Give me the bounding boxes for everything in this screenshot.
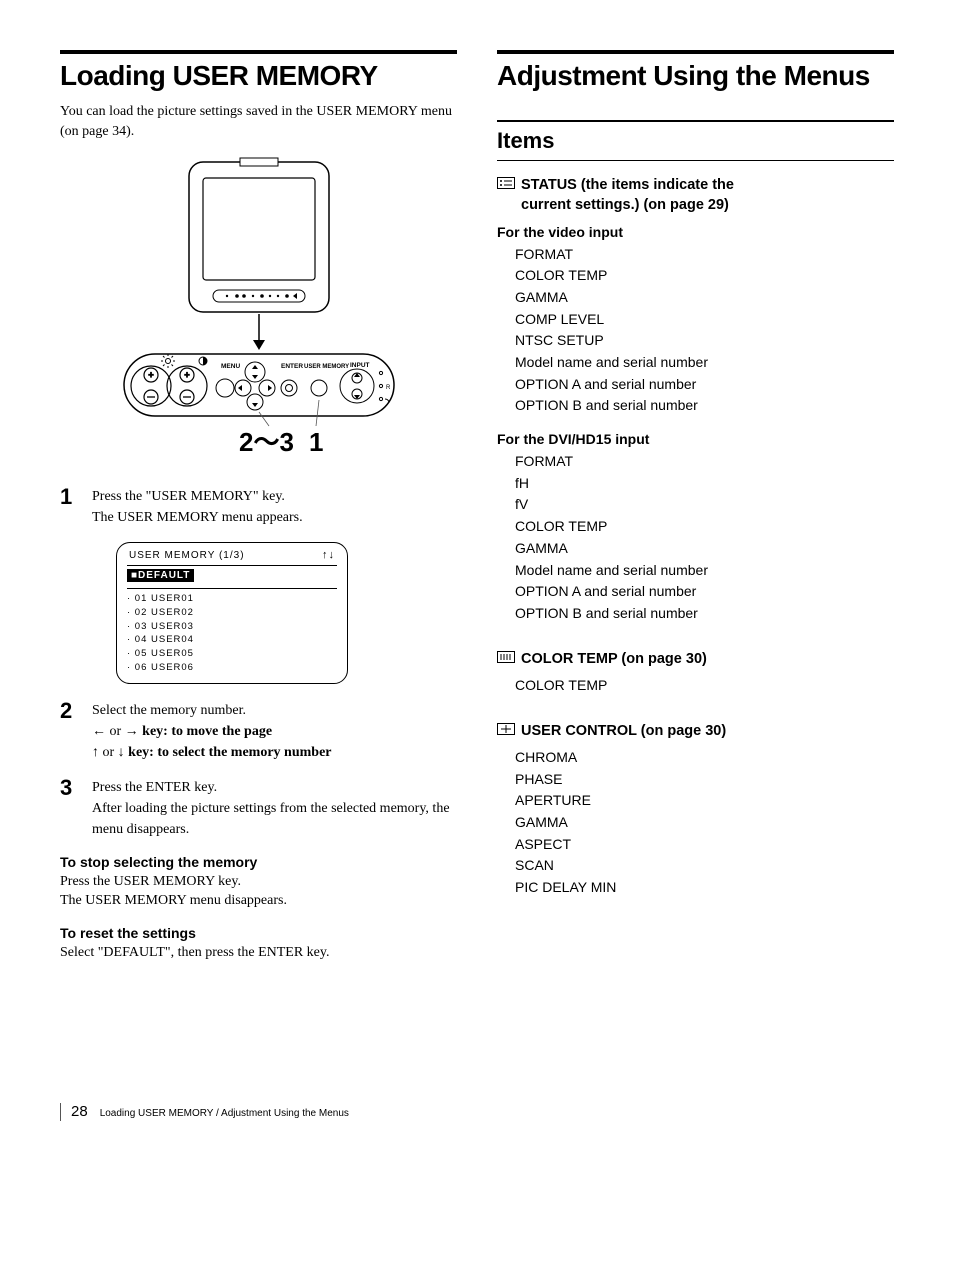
user-memory-menu: USER MEMORY (1/3) ↑↓ ■DEFAULT · 01 USER0… — [116, 542, 348, 684]
list-item: PHASE — [515, 769, 894, 791]
list-item: OPTION B and serial number — [515, 395, 894, 417]
left-intro: You can load the picture settings saved … — [60, 102, 457, 141]
usercontrol-section-head: USER CONTROL (on page 30) — [497, 721, 894, 741]
dvi-input-list: FORMAT fH fV COLOR TEMP GAMMA Model name… — [515, 451, 894, 625]
svg-text:+: + — [148, 370, 153, 380]
step-2-number: 2 — [60, 700, 78, 763]
page-number: 28 — [71, 1103, 88, 1120]
list-item: PIC DELAY MIN — [515, 877, 894, 899]
list-item: SCAN — [515, 855, 894, 877]
menu-items-list: · 01 USER01 · 02 USER02 · 03 USER03 · 04… — [127, 592, 337, 675]
step-2-line-b: ← or → key: to move the page — [92, 721, 457, 742]
list-item: CHROMA — [515, 747, 894, 769]
list-item: fV — [515, 494, 894, 516]
status-icon — [497, 177, 515, 189]
list-item: COLOR TEMP — [515, 675, 894, 697]
video-input-list: FORMAT COLOR TEMP GAMMA COMP LEVEL NTSC … — [515, 244, 894, 418]
list-item: GAMMA — [515, 812, 894, 834]
panel-label-input: INPUT — [350, 362, 370, 369]
stop-heading: To stop selecting the memory — [60, 854, 457, 870]
footer-text: Loading USER MEMORY / Adjustment Using t… — [100, 1108, 349, 1119]
arrow-down-icon: ↓ key: to select the memory number — [114, 745, 331, 760]
menu-item: · 01 USER01 — [127, 592, 337, 606]
step-1-number: 1 — [60, 486, 78, 528]
colortemp-icon — [497, 651, 515, 663]
left-column: Loading USER MEMORY You can load the pic… — [60, 50, 457, 963]
panel-label-enter: ENTER — [281, 363, 303, 370]
step-3: 3 Press the ENTER key. After loading the… — [60, 777, 457, 840]
colortemp-head-text: COLOR TEMP (on page 30) — [521, 649, 707, 669]
diagram-pointer-a: 2～3 — [239, 427, 294, 457]
usercontrol-list: CHROMA PHASE APERTURE GAMMA ASPECT SCAN … — [515, 747, 894, 899]
arrow-left-icon: ← — [92, 724, 110, 739]
list-item: OPTION B and serial number — [515, 603, 894, 625]
status-section-head: STATUS (the items indicate the current s… — [497, 175, 894, 216]
arrow-up-icon: ↑ — [92, 745, 103, 760]
stop-line-b: The USER MEMORY menu disappears. — [60, 891, 457, 911]
menu-default-row: ■DEFAULT — [127, 569, 194, 582]
panel-label-menu: MENU — [221, 363, 240, 370]
list-item: FORMAT — [515, 244, 894, 266]
step-3-line-a: Press the ENTER key. — [92, 777, 457, 798]
right-title: Adjustment Using the Menus — [497, 50, 894, 92]
monitor-diagram: + + MENU ENTER USER MEMORY INPUT — [109, 156, 409, 466]
step-2-line-c: ↑ or ↓ key: to select the memory number — [92, 742, 457, 763]
diagram-pointer-b: 1 — [309, 427, 323, 457]
updown-arrows-icon: ↑↓ — [322, 549, 335, 561]
menu-item: · 05 USER05 — [127, 647, 337, 661]
list-item: fH — [515, 473, 894, 495]
step-1-line-b: The USER MEMORY menu appears. — [92, 507, 457, 528]
stop-line-a: Press the USER MEMORY key. — [60, 872, 457, 892]
list-item: ASPECT — [515, 834, 894, 856]
list-item: OPTION A and serial number — [515, 374, 894, 396]
usercontrol-icon — [497, 723, 515, 735]
step-3-line-b: After loading the picture settings from … — [92, 798, 457, 840]
arrow-right-icon: → key: to move the page — [121, 724, 272, 739]
menu-item: · 06 USER06 — [127, 661, 337, 675]
step-3-number: 3 — [60, 777, 78, 840]
svg-text:+: + — [184, 370, 189, 380]
reset-line-a: Select "DEFAULT", then press the ENTER k… — [60, 943, 457, 963]
list-item: GAMMA — [515, 538, 894, 560]
panel-label-r: R — [386, 385, 391, 391]
status-head-line-b: current settings.) (on page 29) — [521, 197, 729, 213]
colortemp-section-head: COLOR TEMP (on page 30) — [497, 649, 894, 669]
list-item: NTSC SETUP — [515, 330, 894, 352]
right-column: Adjustment Using the Menus Items STATUS … — [497, 50, 894, 963]
menu-item: · 04 USER04 — [127, 633, 337, 647]
menu-item: · 02 USER02 — [127, 606, 337, 620]
list-item: COLOR TEMP — [515, 265, 894, 287]
panel-label-usermem: USER MEMORY — [304, 364, 349, 370]
menu-title: USER MEMORY (1/3) — [129, 550, 245, 561]
dvi-input-sub: For the DVI/HD15 input — [497, 431, 894, 447]
list-item: APERTURE — [515, 790, 894, 812]
left-title: Loading USER MEMORY — [60, 50, 457, 92]
list-item: Model name and serial number — [515, 560, 894, 582]
list-item: GAMMA — [515, 287, 894, 309]
reset-heading: To reset the settings — [60, 925, 457, 941]
colortemp-list: COLOR TEMP — [515, 675, 894, 697]
list-item: FORMAT — [515, 451, 894, 473]
step-2: 2 Select the memory number. ← or → key: … — [60, 700, 457, 763]
status-head-line-a: STATUS (the items indicate the — [521, 177, 734, 193]
step-1: 1 Press the "USER MEMORY" key. The USER … — [60, 486, 457, 528]
list-item: Model name and serial number — [515, 352, 894, 374]
items-heading: Items — [497, 120, 894, 161]
page-footer: 28 Loading USER MEMORY / Adjustment Usin… — [60, 1103, 894, 1121]
step-2-line-a: Select the memory number. — [92, 700, 457, 721]
page-columns: Loading USER MEMORY You can load the pic… — [60, 50, 894, 963]
menu-item: · 03 USER03 — [127, 620, 337, 634]
list-item: COLOR TEMP — [515, 516, 894, 538]
usercontrol-head-text: USER CONTROL (on page 30) — [521, 721, 726, 741]
list-item: OPTION A and serial number — [515, 581, 894, 603]
step-1-line-a: Press the "USER MEMORY" key. — [92, 486, 457, 507]
video-input-sub: For the video input — [497, 224, 894, 240]
list-item: COMP LEVEL — [515, 309, 894, 331]
